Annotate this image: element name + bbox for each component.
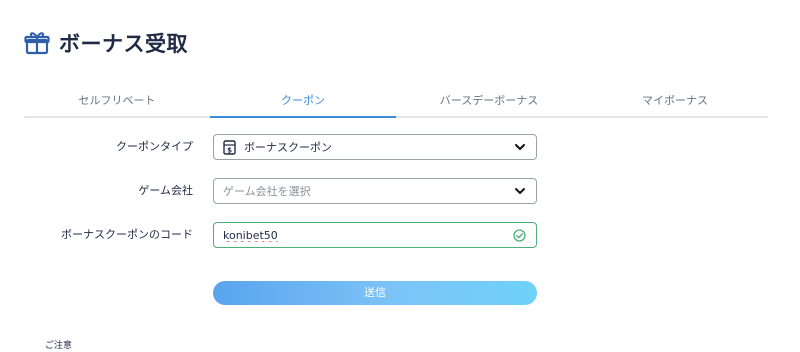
coupon-type-row: クーポンタイプ $ ボーナスクーポン [0, 134, 800, 160]
tab-self-rebate[interactable]: セルフリベート [24, 88, 210, 116]
notice-heading: ご注意 [45, 341, 73, 351]
coupon-code-row: ボーナスクーポンのコード konibet50 [0, 222, 800, 248]
tab-coupon[interactable]: クーポン [210, 88, 396, 118]
game-company-select[interactable]: ゲーム会社を選択 [213, 178, 537, 204]
game-company-label: ゲーム会社 [138, 184, 193, 197]
game-company-placeholder: ゲーム会社を選択 [223, 185, 311, 198]
coupon-code-label: ボーナスクーポンのコード [61, 228, 193, 241]
svg-text:$: $ [227, 146, 232, 154]
page-title: ボーナス受取 [59, 32, 188, 56]
submit-button[interactable]: 送信 [213, 281, 537, 305]
tab-birthday-bonus[interactable]: バースデーボーナス [396, 88, 582, 116]
coupon-code-value: konibet50 [223, 228, 278, 242]
gift-icon [24, 32, 50, 55]
coupon-type-select[interactable]: $ ボーナスクーポン [213, 134, 537, 160]
coupon-code-input[interactable]: konibet50 [213, 222, 537, 248]
coupon-type-value: ボーナスクーポン [244, 141, 332, 154]
game-company-row: ゲーム会社 ゲーム会社を選択 [0, 178, 800, 204]
chevron-down-icon [515, 188, 525, 194]
page-header: ボーナス受取 [24, 28, 188, 58]
coupon-type-label: クーポンタイプ [116, 140, 193, 153]
check-circle-icon [513, 228, 526, 242]
tab-my-bonus[interactable]: マイボーナス [582, 88, 768, 116]
chevron-down-icon [515, 144, 525, 150]
coupon-icon: $ [223, 139, 236, 155]
bonus-tabs: セルフリベート クーポン バースデーボーナス マイボーナス [24, 88, 768, 118]
